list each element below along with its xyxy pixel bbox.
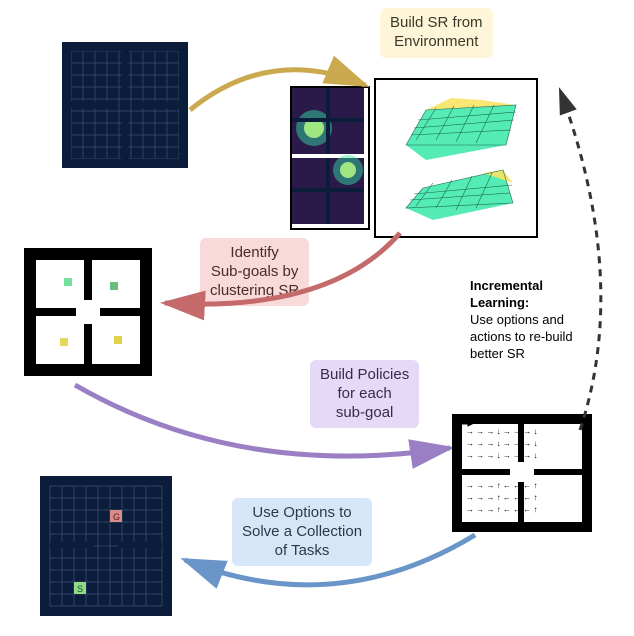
tasks-grid: G S [40, 476, 172, 616]
svg-text:→ → → ↑ ← ← ← ↑: → → → ↑ ← ← ← ↑ [466, 505, 538, 514]
arrow-incremental [540, 80, 630, 440]
svg-text:→ → → ↓ → → → ↓: → → → ↓ → → → ↓ [466, 427, 538, 436]
start-marker: S [77, 584, 83, 594]
svg-text:→ → → ↓ → → → ↓: → → → ↓ → → → ↓ [466, 451, 538, 460]
policies-grid: → → → ↓ → → → ↓ → → → ↓ → → → ↓ → → → ↓ … [452, 414, 592, 532]
incremental-body: Use options and actions to re-build bett… [470, 312, 620, 363]
incremental-annotation: Incremental Learning: Use options and ac… [470, 278, 620, 362]
incremental-title: Incremental Learning: [470, 278, 620, 312]
svg-text:→ → → ↑ ← ← ← ↑: → → → ↑ ← ← ← ↑ [466, 493, 538, 502]
label-build-policies: Build Policies for each sub-goal [310, 360, 419, 428]
subgoals-grid [24, 248, 152, 376]
svg-text:→ → → ↓ → → → ↓: → → → ↓ → → → ↓ [466, 439, 538, 448]
goal-marker: G [113, 512, 120, 522]
env-grid-top [62, 42, 188, 168]
label-use-options: Use Options to Solve a Collection of Tas… [232, 498, 372, 566]
label-build-sr: Build SR from Environment [380, 8, 493, 58]
sr-heatmaps [290, 86, 370, 230]
label-identify: Identify Sub-goals by clustering SR [200, 238, 309, 306]
sr-3d-plots [374, 78, 538, 238]
svg-text:→ → → ↑ ← ← ← ↑: → → → ↑ ← ← ← ↑ [466, 481, 538, 490]
